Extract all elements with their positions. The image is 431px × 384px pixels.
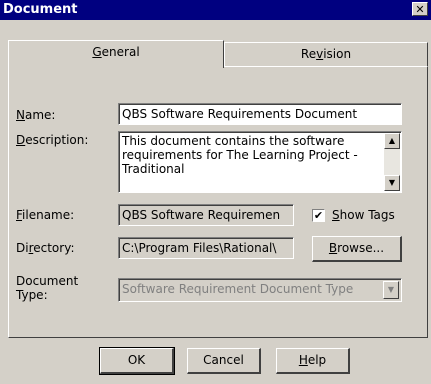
tab-revision-label: ision <box>323 47 352 61</box>
tab-general-accel: G <box>92 45 102 59</box>
filename-value: QBS Software Requiremen <box>122 208 281 222</box>
browse-button[interactable]: Browse... <box>312 236 402 262</box>
document-dialog: Document ✕ General Revision Name: QBS So… <box>0 0 431 384</box>
name-label: Name: <box>16 108 55 122</box>
window-title: Document <box>3 2 78 17</box>
document-type-combobox[interactable]: Software Requirement Document Type ▼ <box>118 278 402 302</box>
help-label: elp <box>307 353 327 367</box>
scroll-down-button[interactable]: ▼ <box>384 175 400 191</box>
show-tags-checkbox[interactable]: ✔ <box>312 209 325 222</box>
cancel-button[interactable]: Cancel <box>187 348 261 374</box>
title-bar[interactable]: Document ✕ <box>0 0 431 20</box>
help-accel: H <box>298 353 308 367</box>
directory-field[interactable]: C:\Program Files\Rational\ <box>118 237 294 259</box>
directory-label-text: ectory: <box>33 241 75 255</box>
directory-label: Directory: <box>16 241 74 255</box>
ok-label: OK <box>127 353 146 367</box>
tab-general-label: eneral <box>101 45 140 59</box>
name-label-text: ame: <box>24 108 56 122</box>
document-type-label: Document Type: <box>16 274 78 302</box>
name-accel: N <box>16 108 25 122</box>
close-icon: ✕ <box>415 3 425 16</box>
description-textarea[interactable]: This document contains the software requ… <box>118 131 402 193</box>
chevron-down-icon: ▼ <box>387 285 395 294</box>
description-value: This document contains the software requ… <box>122 134 358 176</box>
description-label-text: escription: <box>25 133 89 147</box>
help-button[interactable]: Help <box>276 348 350 374</box>
document-type-dropdown-button[interactable]: ▼ <box>383 281 399 299</box>
tab-revision-label-pre: Re <box>300 47 317 61</box>
tab-general[interactable]: General <box>8 40 224 68</box>
document-type-value: Software Requirement Document Type <box>122 282 354 296</box>
name-value: QBS Software Requirements Document <box>122 107 358 121</box>
checkmark-icon: ✔ <box>313 209 324 222</box>
close-button[interactable]: ✕ <box>412 2 428 16</box>
name-field[interactable]: QBS Software Requirements Document <box>118 103 402 125</box>
show-tags-accel: S <box>332 208 340 222</box>
document-type-label-line2: Type: <box>16 288 48 302</box>
ok-button[interactable]: OK <box>99 347 175 375</box>
directory-value: C:\Program Files\Rational\ <box>122 241 277 255</box>
scroll-up-icon: ▲ <box>388 136 396 145</box>
show-tags-label-text: how Tags <box>339 208 395 222</box>
scroll-up-button[interactable]: ▲ <box>384 133 400 149</box>
cancel-label: Cancel <box>203 353 244 367</box>
directory-label-pre: Di <box>16 241 29 255</box>
description-label: Description: <box>16 133 88 147</box>
description-scrollbar[interactable]: ▲ ▼ <box>384 133 400 191</box>
browse-accel: B <box>328 241 338 255</box>
description-accel: D <box>16 133 26 147</box>
scroll-down-icon: ▼ <box>388 178 396 187</box>
filename-label: Filename: <box>16 208 74 222</box>
filename-field[interactable]: QBS Software Requiremen <box>118 204 294 226</box>
tab-revision[interactable]: Revision <box>224 42 428 66</box>
browse-label: rowse... <box>337 241 385 255</box>
filename-label-text: ilename: <box>22 208 75 222</box>
show-tags-label[interactable]: Show Tags <box>332 208 395 222</box>
document-type-label-line1: Document <box>16 274 79 288</box>
